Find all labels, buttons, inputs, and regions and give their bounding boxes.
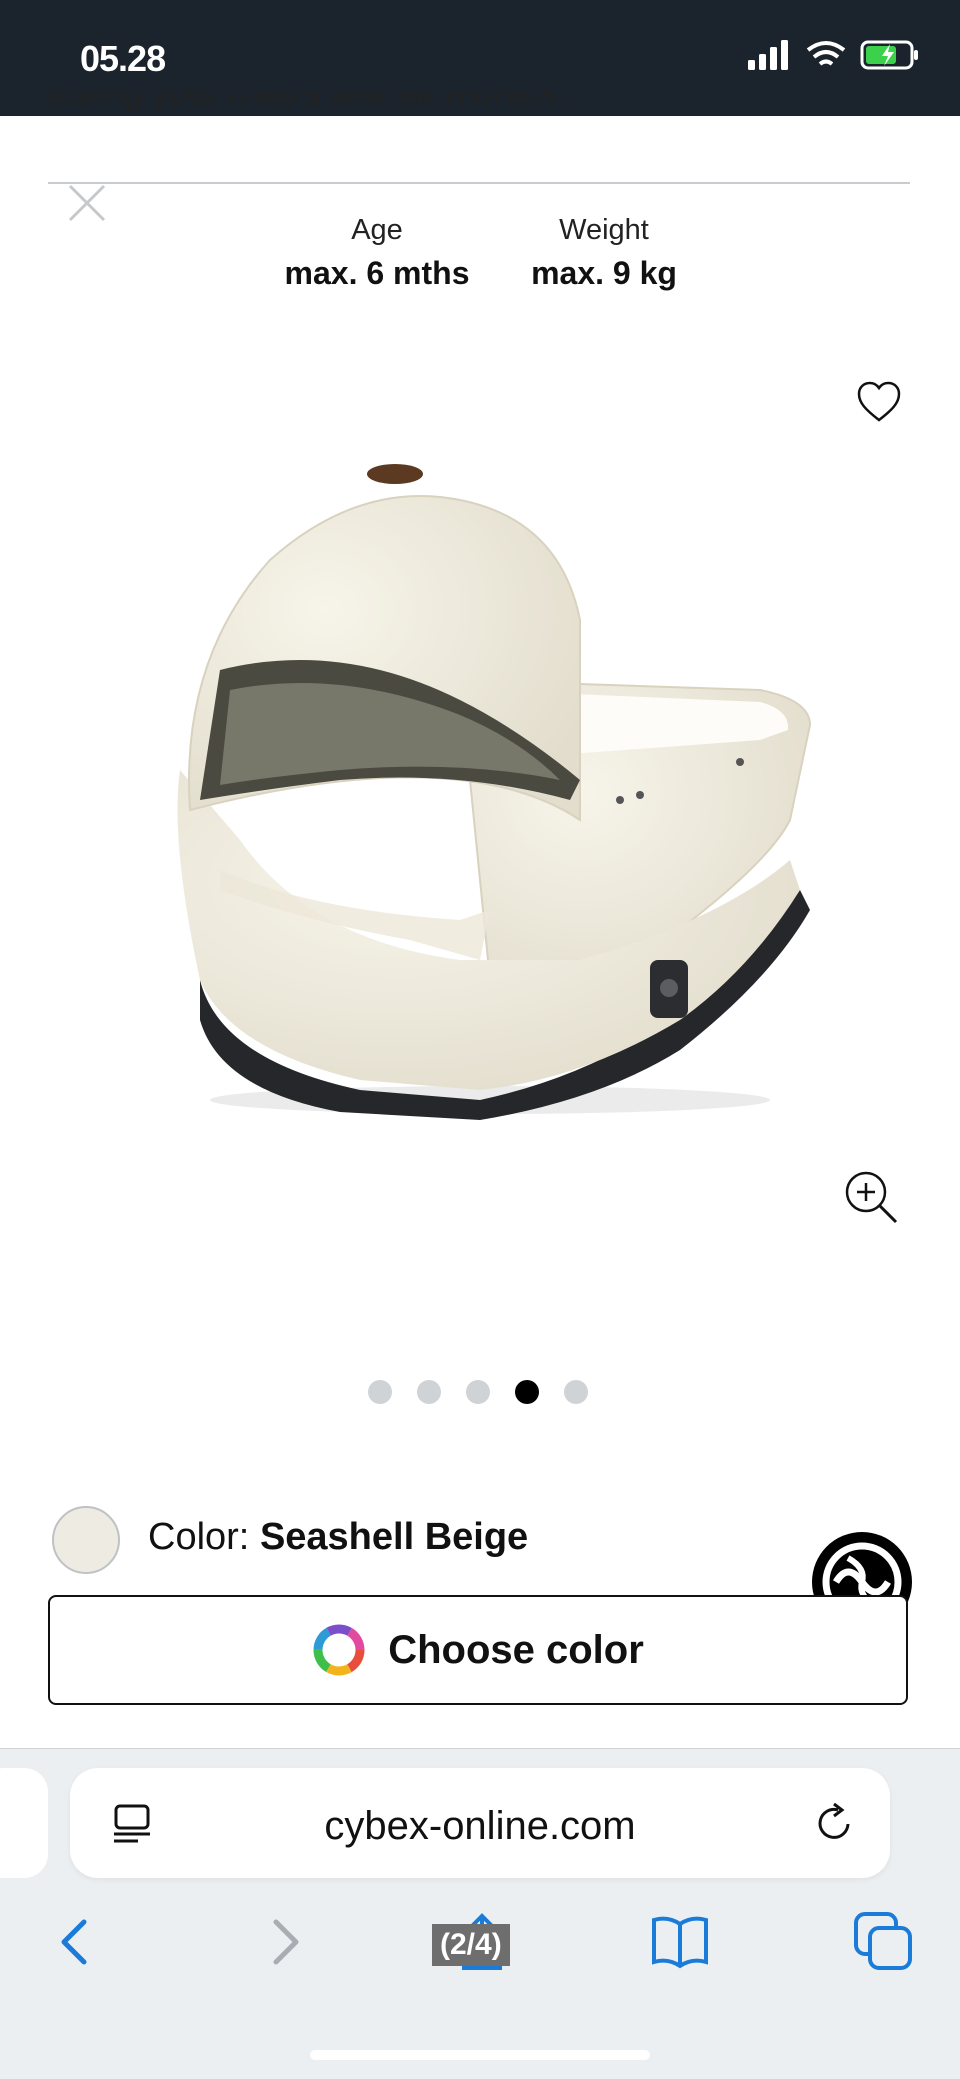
choose-color-button[interactable]: Choose color [48, 1595, 908, 1705]
status-icons [748, 40, 920, 70]
color-label-row: Color: Seashell Beige [148, 1516, 528, 1559]
zoom-in-icon[interactable] [842, 1168, 900, 1226]
carousel-dot-3[interactable] [466, 1380, 490, 1404]
choose-color-label: Choose color [388, 1627, 644, 1672]
chevron-left-icon[interactable] [44, 1910, 108, 1974]
previous-tab-card[interactable] [0, 1768, 48, 1878]
wifi-icon [806, 41, 846, 66]
home-indicator [310, 2050, 650, 2060]
chevron-right-icon[interactable] [252, 1910, 316, 1974]
spec-weight-label: Weight [559, 214, 649, 246]
carousel-dot-2[interactable] [417, 1380, 441, 1404]
carousel-dot-4[interactable] [515, 1380, 539, 1404]
url-text: cybex-online.com [324, 1804, 636, 1848]
spec-weight: Weight max. 9 kg [520, 214, 688, 292]
color-wheel-icon [313, 1624, 365, 1676]
spec-weight-value: max. 9 kg [531, 255, 677, 291]
spec-age-value: max. 6 mths [284, 255, 470, 291]
spec-age-label: Age [351, 214, 403, 246]
product-image[interactable] [160, 440, 820, 1140]
tabs-icon[interactable] [852, 1910, 916, 1974]
color-swatch[interactable] [52, 1506, 120, 1574]
description-fragment: during your child's first six months. [48, 92, 908, 130]
color-name: Seashell Beige [259, 1516, 529, 1558]
reload-icon[interactable] [814, 1802, 856, 1844]
status-time: 05.28 [80, 38, 166, 79]
spec-age: Age max. 6 mths [270, 214, 484, 292]
battery-icon [860, 40, 918, 70]
carousel-dots [368, 1380, 588, 1404]
color-label: Color: [148, 1516, 250, 1558]
divider [48, 182, 910, 184]
address-bar[interactable]: cybex-online.com [70, 1768, 890, 1878]
heart-icon[interactable] [856, 380, 902, 424]
carousel-dot-5[interactable] [564, 1380, 588, 1404]
description-text: during your child's first six months. [48, 92, 567, 112]
signal-icon [748, 40, 788, 70]
page-counter: (2/4) [432, 1924, 510, 1966]
carousel-dot-1[interactable] [368, 1380, 392, 1404]
book-icon[interactable] [648, 1910, 712, 1974]
close-icon[interactable] [66, 182, 108, 224]
